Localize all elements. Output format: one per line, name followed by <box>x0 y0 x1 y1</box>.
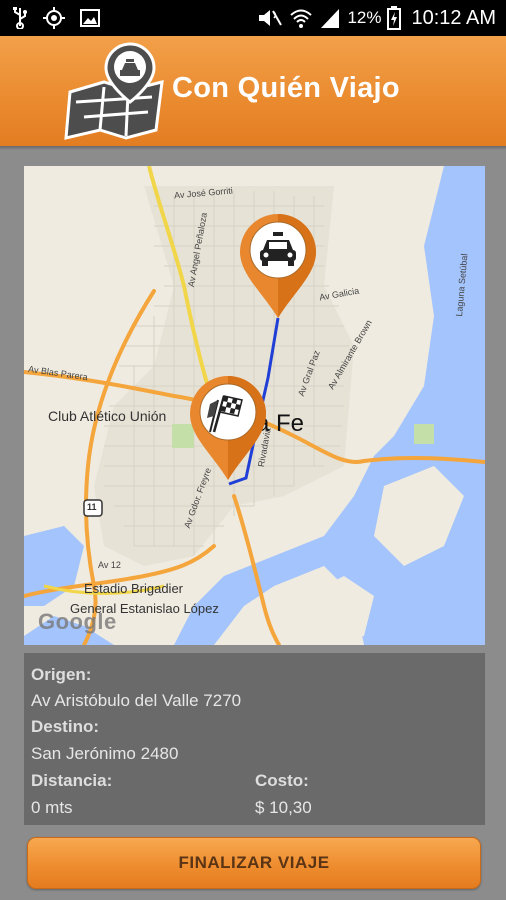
distance-value: 0 mts <box>31 798 73 817</box>
origin-pin[interactable] <box>238 212 318 320</box>
clock: 10:12 AM <box>411 6 496 29</box>
battery-icon <box>387 6 402 30</box>
origin-label: Origen: <box>31 665 92 684</box>
usb-icon <box>13 7 27 29</box>
wifi-icon <box>290 9 313 28</box>
status-bar: 12% 10:12 AM <box>0 0 506 36</box>
cost-value: $ 10,30 <box>255 798 312 817</box>
google-logo: Google <box>38 609 117 634</box>
route-11-shield: 11 <box>87 502 97 512</box>
mute-icon <box>259 10 283 26</box>
route-map[interactable]: Av José Gorriti Av Angel Peñaloza Av Gal… <box>24 166 485 645</box>
finish-trip-button[interactable]: FINALIZAR VIAJE <box>27 837 481 889</box>
map-label-union: Club Atlético Unión <box>48 408 167 424</box>
finish-trip-button-label: FINALIZAR VIAJE <box>178 853 330 872</box>
map-label-stadium: Estadio Brigadier <box>84 581 183 596</box>
distance-label: Distancia: <box>31 771 113 790</box>
taxi-map-logo-icon <box>64 42 164 140</box>
destination-pin[interactable] <box>188 374 268 482</box>
app-title: Con Quién Viajo <box>172 72 400 104</box>
destination-value: San Jerónimo 2480 <box>31 744 179 763</box>
trip-info-panel: Origen: Av Aristóbulo del Valle 7270 Des… <box>24 653 485 825</box>
origin-value: Av Aristóbulo del Valle 7270 <box>31 691 242 710</box>
cost-label: Costo: <box>255 771 309 790</box>
header-shadow <box>0 146 506 150</box>
gps-icon <box>43 7 65 29</box>
signal-icon <box>321 9 340 28</box>
street-label: Av 12 <box>98 560 121 570</box>
destination-label: Destino: <box>31 717 99 736</box>
battery-percent: 12% <box>347 8 382 27</box>
app-header: Con Quién Viajo <box>0 36 506 146</box>
image-icon <box>80 9 100 27</box>
